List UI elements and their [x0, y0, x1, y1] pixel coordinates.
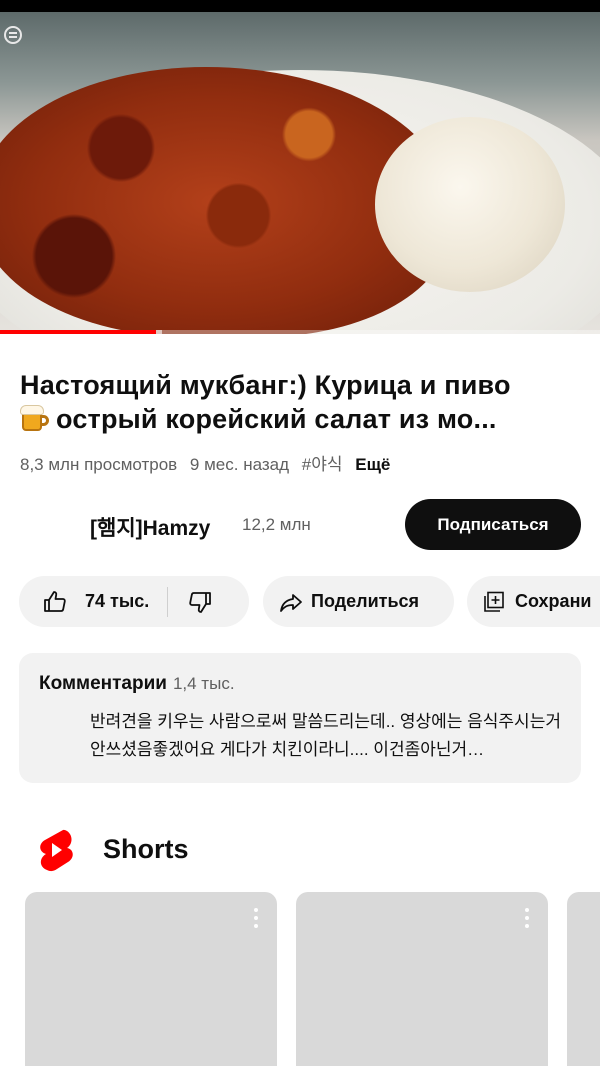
share-arrow-icon	[280, 593, 302, 612]
comments-panel[interactable]: Комментарии 1,4 тыс. 반려견을 키우는 사람으로써 말씀드리는…	[19, 653, 581, 783]
save-label: Сохрани	[515, 591, 592, 611]
video-title[interactable]: Настоящий мукбанг:) Курица и пиво острый…	[20, 368, 588, 436]
like-dislike-group: 74 тыс.	[19, 576, 249, 627]
thumbs-down-icon	[189, 591, 212, 613]
channel-name[interactable]: [햄지]Hamzy	[90, 512, 210, 542]
shorts-logo-icon	[40, 829, 73, 872]
video-progress-bar[interactable]	[0, 330, 600, 334]
share-label: Поделиться	[311, 591, 420, 611]
comments-count: 1,4 тыс.	[172, 674, 235, 693]
view-count: 8,3 млн просмотров	[20, 455, 178, 474]
upload-age: 9 мес. назад	[189, 455, 290, 474]
video-title-line-2-text: острый корейский салат из мо...	[56, 404, 497, 434]
shorts-title: Shorts	[103, 834, 189, 864]
hashtag-link[interactable]: #야식	[302, 455, 343, 474]
more-link[interactable]: Ещё	[355, 455, 390, 474]
video-meta[interactable]: 8,3 млн просмотров 9 мес. назад #야식 Ещё	[20, 450, 398, 475]
shorts-card[interactable]	[567, 892, 600, 1066]
save-button[interactable]: Сохрани	[467, 576, 600, 627]
video-player[interactable]	[0, 12, 600, 334]
video-title-line-1: Настоящий мукбанг:) Курица и пиво	[20, 370, 511, 400]
video-progress-fill	[0, 330, 156, 334]
thumbs-up-icon	[44, 590, 66, 612]
shorts-section-header	[36, 826, 76, 876]
subscriber-count: 12,2 млн	[242, 515, 311, 534]
video-title-line-2: острый корейский салат из мо...	[20, 402, 588, 436]
more-options-icon[interactable]	[524, 908, 530, 932]
comments-title: Комментарии	[39, 673, 167, 694]
like-button[interactable]: 74 тыс.	[19, 576, 167, 627]
like-count: 74 тыс.	[85, 591, 150, 611]
top-comment-text: 반려견을 키우는 사람으로써 말씀드리는데.. 영상에는 음식주시는거 안쓰셨음…	[90, 712, 561, 759]
comments-header: Комментарии 1,4 тыс.	[39, 673, 235, 695]
save-playlist-icon	[484, 591, 504, 612]
subscribe-button[interactable]: Подписаться	[405, 499, 581, 550]
dislike-button[interactable]	[168, 576, 212, 627]
more-options-icon[interactable]	[253, 908, 259, 932]
video-buffer-marker	[156, 330, 162, 334]
shorts-card[interactable]	[296, 892, 548, 1066]
status-bar-strip	[0, 0, 600, 12]
miniplayer-icon[interactable]	[4, 26, 22, 44]
video-frame-noodles	[375, 117, 565, 292]
shorts-card[interactable]	[25, 892, 277, 1066]
share-button[interactable]: Поделиться	[263, 576, 454, 627]
beer-mug-icon	[20, 405, 50, 431]
